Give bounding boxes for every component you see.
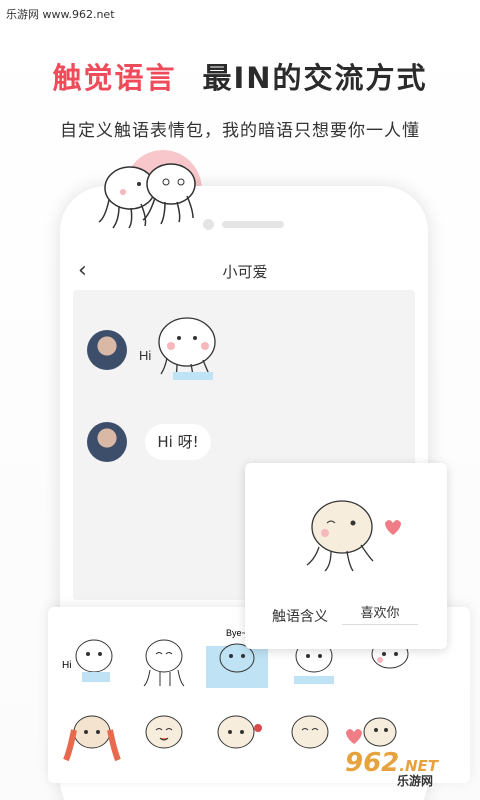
sticker-smile[interactable] xyxy=(134,632,194,692)
avatar[interactable] xyxy=(87,330,127,370)
hero-title-red: 触觉语言 xyxy=(52,61,177,95)
meaning-input[interactable]: 喜欢你 xyxy=(342,603,418,625)
sticker-hi-text: Hi xyxy=(139,348,151,363)
chat-title: 小可爱 xyxy=(222,263,268,281)
site-logo: 962.NET 乐游网 xyxy=(345,748,439,788)
hero-subtitle: 自定义触语表情包，我的暗语只想要你一人懂 xyxy=(60,121,420,141)
meaning-label: 触语含义 xyxy=(272,609,328,625)
watermark: 乐游网 www.962.net xyxy=(6,8,115,21)
octopus-wink-sticker xyxy=(306,500,401,572)
avatar[interactable] xyxy=(87,422,127,462)
phone-speaker xyxy=(222,221,284,228)
hero-title: 触觉语言 最IN的交流方式 xyxy=(0,55,480,97)
sticker-red-hair[interactable] xyxy=(62,708,122,768)
sticker-bye-label: Bye~ xyxy=(226,628,247,638)
octopus-hi-sticker[interactable]: Hi xyxy=(135,312,225,384)
chevron-left-icon: ‹ xyxy=(78,258,87,283)
sticker-hi[interactable]: Hi xyxy=(62,632,122,692)
message-bubble[interactable]: Hi 呀! xyxy=(145,424,211,460)
back-button[interactable]: ‹ xyxy=(78,258,87,283)
sticker-happy[interactable] xyxy=(134,708,194,768)
app-promo-screen: 乐游网 www.962.net 触觉语言 最IN的交流方式 自定义触语表情包，我的… xyxy=(0,0,480,800)
meaning-panel: 触语含义 喜欢你 xyxy=(245,463,447,649)
hero-title-dark: 最IN的交流方式 xyxy=(202,61,428,95)
sticker-rose[interactable] xyxy=(206,708,266,768)
octopus-pair-illustration xyxy=(98,163,196,229)
sticker-cute[interactable] xyxy=(280,708,340,768)
sticker-hi-label: Hi xyxy=(62,660,71,671)
